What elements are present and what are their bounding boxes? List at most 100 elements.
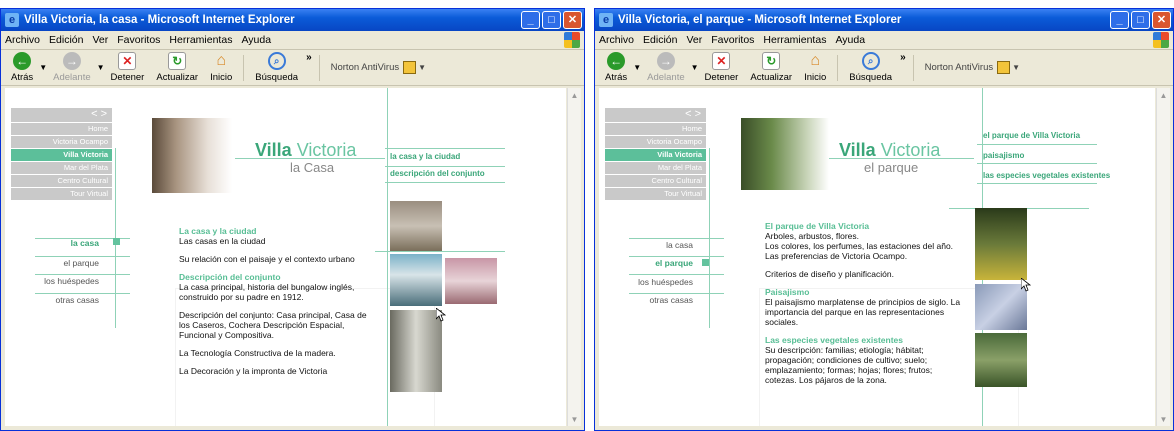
section-heading[interactable]: Descripción del conjunto (179, 272, 375, 282)
paragraph: La Tecnología Constructiva de la madera. (179, 348, 336, 358)
paragraph: Los colores, los perfumes, las estacione… (765, 241, 954, 261)
scroll-down-icon[interactable]: ▼ (1157, 412, 1170, 426)
forward-button[interactable]: → Adelante (49, 52, 95, 83)
menu-ver[interactable]: Ver (686, 34, 702, 46)
back-dropdown-icon[interactable]: ▼ (633, 63, 641, 72)
nav-villa-victoria[interactable]: Villa Victoria (11, 149, 112, 161)
section-heading[interactable]: La casa y la ciudad (179, 226, 375, 236)
vertical-scrollbar[interactable]: ▲ ▼ (1156, 88, 1170, 426)
norton-dropdown-icon[interactable]: ▼ (1012, 63, 1020, 72)
nav-victoria-ocampo[interactable]: Victoria Ocampo (11, 136, 112, 148)
close-button[interactable]: ✕ (563, 11, 582, 29)
menu-favoritos[interactable]: Favoritos (117, 34, 160, 46)
nav-next-icon[interactable]: > (101, 108, 107, 122)
nav-tour-virtual[interactable]: Tour Virtual (11, 188, 112, 200)
decor-line (35, 274, 130, 275)
decor-line (385, 166, 505, 167)
hydrangea-photo (975, 284, 1027, 330)
stop-button[interactable]: ✕ Detener (701, 52, 743, 83)
norton-dropdown-icon[interactable]: ▼ (418, 63, 426, 72)
house-pink-photo (445, 258, 497, 304)
maximize-button[interactable]: □ (1131, 11, 1150, 29)
menu-ver[interactable]: Ver (92, 34, 108, 46)
norton-antivirus-button[interactable]: Norton AntiVirus ▼ (925, 61, 1020, 74)
refresh-button[interactable]: ↻ Actualizar (152, 52, 202, 83)
menu-archivo[interactable]: Archivo (5, 34, 40, 46)
nav-mar-del-plata[interactable]: Mar del Plata (11, 162, 112, 174)
subnav-la-casa[interactable]: la casa (41, 238, 99, 248)
toolbar-separator (243, 54, 245, 81)
menu-archivo[interactable]: Archivo (599, 34, 634, 46)
scroll-down-icon[interactable]: ▼ (568, 412, 581, 426)
scroll-up-icon[interactable]: ▲ (568, 88, 581, 102)
nav-tour-virtual[interactable]: Tour Virtual (605, 188, 706, 200)
nav-home[interactable]: Home (11, 123, 112, 135)
subnav-la-casa[interactable]: la casa (635, 240, 693, 250)
decor-line (629, 256, 724, 257)
back-button[interactable]: ← Atrás (7, 52, 37, 83)
link-paisajismo[interactable]: paisajismo (983, 151, 1024, 160)
nav-prev-icon[interactable]: < (685, 108, 691, 122)
section-heading[interactable]: Paisajismo (765, 287, 965, 297)
forward-dropdown-icon[interactable]: ▼ (97, 63, 105, 72)
back-button[interactable]: ← Atrás (601, 52, 631, 83)
menu-ayuda[interactable]: Ayuda (241, 34, 271, 46)
home-button[interactable]: ⌂ Inicio (800, 52, 830, 83)
nav-home[interactable]: Home (605, 123, 706, 135)
minimize-button[interactable]: _ (521, 11, 540, 29)
subnav-el-parque[interactable]: el parque (41, 258, 99, 268)
title-bar[interactable]: e Villa Victoria, la casa - Microsoft In… (1, 9, 584, 31)
scroll-up-icon[interactable]: ▲ (1157, 88, 1170, 102)
toolbar-overflow-icon[interactable]: » (306, 52, 312, 63)
search-button[interactable]: ⌕ Búsqueda (845, 52, 896, 83)
section-heading[interactable]: Las especies vegetales existentes (765, 335, 965, 345)
toolbar-overflow-icon[interactable]: » (900, 52, 906, 63)
search-button[interactable]: ⌕ Búsqueda (251, 52, 302, 83)
home-button[interactable]: ⌂ Inicio (206, 52, 236, 83)
nav-villa-victoria[interactable]: Villa Victoria (605, 149, 706, 161)
link-especies-vegetales[interactable]: las especies vegetales existentes (983, 171, 1110, 180)
title-bar[interactable]: e Villa Victoria, el parque - Microsoft … (595, 9, 1173, 31)
close-button[interactable]: ✕ (1152, 11, 1171, 29)
menu-favoritos[interactable]: Favoritos (711, 34, 754, 46)
section-heading[interactable]: El parque de Villa Victoria (765, 221, 965, 231)
norton-antivirus-button[interactable]: Norton AntiVirus ▼ (331, 61, 426, 74)
menu-herramientas[interactable]: Herramientas (763, 34, 826, 46)
forward-button[interactable]: → Adelante (643, 52, 689, 83)
nav-next-icon[interactable]: > (695, 108, 701, 122)
maximize-button[interactable]: □ (542, 11, 561, 29)
subnav-los-huespedes[interactable]: los huéspedes (35, 276, 99, 286)
subnav-los-huespedes[interactable]: los huéspedes (629, 277, 693, 287)
minimize-button[interactable]: _ (1110, 11, 1129, 29)
subnav-otras-casas[interactable]: otras casas (41, 295, 99, 305)
stop-icon: ✕ (118, 52, 137, 70)
nav-victoria-ocampo[interactable]: Victoria Ocampo (605, 136, 706, 148)
back-dropdown-icon[interactable]: ▼ (39, 63, 47, 72)
nav-prev-icon[interactable]: < (91, 108, 97, 122)
stop-icon: ✕ (712, 52, 731, 70)
stop-button[interactable]: ✕ Detener (107, 52, 149, 83)
forward-arrow-icon: → (62, 52, 81, 70)
nav-arrows: < > (11, 108, 112, 122)
menu-ayuda[interactable]: Ayuda (835, 34, 865, 46)
link-el-parque-de-villa-victoria[interactable]: el parque de Villa Victoria (983, 131, 1080, 140)
decor-line (387, 88, 388, 426)
menu-edicion[interactable]: Edición (643, 34, 677, 46)
decor-line (977, 144, 1097, 145)
menu-edicion[interactable]: Edición (49, 34, 83, 46)
link-la-casa-y-la-ciudad[interactable]: la casa y la ciudad (390, 152, 460, 161)
nav-centro-cultural[interactable]: Centro Cultural (11, 175, 112, 187)
nav-mar-del-plata[interactable]: Mar del Plata (605, 162, 706, 174)
paragraph: Descripción del conjunto: Casa principal… (179, 310, 367, 340)
nav-centro-cultural[interactable]: Centro Cultural (605, 175, 706, 187)
subnav-el-parque[interactable]: el parque (635, 258, 693, 268)
menu-herramientas[interactable]: Herramientas (169, 34, 232, 46)
link-descripcion-del-conjunto[interactable]: descripción del conjunto (390, 169, 485, 178)
vertical-scrollbar[interactable]: ▲ ▼ (567, 88, 581, 426)
house-exterior-photo (390, 201, 442, 251)
decor-line (629, 293, 724, 294)
ie-icon: e (599, 13, 613, 27)
forward-dropdown-icon[interactable]: ▼ (691, 63, 699, 72)
subnav-otras-casas[interactable]: otras casas (635, 295, 693, 305)
refresh-button[interactable]: ↻ Actualizar (746, 52, 796, 83)
